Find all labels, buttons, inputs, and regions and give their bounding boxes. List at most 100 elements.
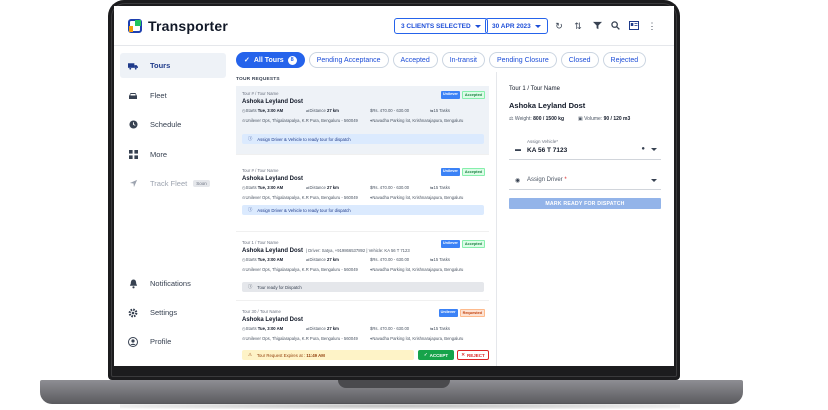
chevron-down-icon <box>534 24 541 28</box>
sidebar-item-more[interactable]: More <box>120 142 226 167</box>
truck-icon <box>128 61 138 71</box>
tour-card[interactable]: Tour 30 / Tour Name Ashoka Leyland Dost … <box>236 304 489 366</box>
tour-address-row: ⊙ Unilever Ops, Thigalarapalya, K.R Pura… <box>242 118 463 123</box>
tour-tasks: ⇆ 15 Tasks <box>430 108 450 113</box>
weight-info: ⚖ Weight: 800 / 1500 kg <box>509 116 564 122</box>
date-selector-label: 30 APR 2023 <box>492 22 531 30</box>
more-vertical-icon[interactable]: ⋮ <box>647 21 657 31</box>
clock-icon <box>128 120 138 130</box>
volume-info: ▣ Volume: 90 / 120 m3 <box>578 116 630 122</box>
tour-to: ⌖ Navadha Parking lot, Krishnarajapura, … <box>370 118 463 123</box>
tour-subtitle: Tour 30 / Tour Name <box>242 309 281 314</box>
tour-subtitle: Tour # / Tour Name <box>242 168 279 173</box>
tour-title: Ashoka Leyland Dost <box>242 176 304 182</box>
sidebar-item-label: Tours <box>150 61 171 70</box>
start-label: Starts <box>245 257 257 262</box>
client-badge: Unilever <box>440 91 460 99</box>
sidebar-item-settings[interactable]: Settings <box>120 300 226 325</box>
expiry-time: 11:49 AM <box>306 352 325 358</box>
info-icon: ⓘ <box>248 284 253 289</box>
sidebar-item-tours[interactable]: Tours <box>120 53 226 78</box>
assign-vehicle-select[interactable]: ▬ Assign Vehicle* KA 56 T 7123 ● <box>509 138 661 160</box>
to-value: Navadha Parking lot, Krishnarajapura, Be… <box>372 336 464 341</box>
accept-button[interactable]: ✓ ACCEPT <box>418 350 454 360</box>
tab-accepted[interactable]: Accepted <box>392 52 438 68</box>
tour-card[interactable]: Tour # / Tour Name Ashoka Leyland Dost U… <box>236 86 489 155</box>
tour-to: ⌖ Navadha Parking lot, Krishnarajapura, … <box>370 195 463 200</box>
filter-icon[interactable] <box>592 21 602 31</box>
tab-closed[interactable]: Closed <box>560 52 599 68</box>
sidebar-item-label: Notifications <box>150 279 191 288</box>
reject-button[interactable]: ✕ REJECT <box>457 350 489 360</box>
distance-value: 27 km <box>326 185 339 190</box>
sort-icon[interactable]: ⇅ <box>573 21 583 31</box>
assign-driver-select[interactable]: ◉ Assign Driver * <box>509 168 661 190</box>
id-card-icon[interactable] <box>629 21 639 31</box>
tour-tasks: ⇆ 15 Tasks <box>430 185 450 190</box>
driver-placeholder-text: Assign Driver <box>527 177 563 183</box>
to-value: Navadha Parking lot, Krishnarajapura, Be… <box>372 195 464 200</box>
tab-count: 8 <box>287 55 297 65</box>
tab-in-transit[interactable]: In-transit <box>441 52 485 68</box>
info-icon[interactable]: ● <box>641 146 645 152</box>
tour-start: ◷ Starts Tue, 3:00 AM <box>242 108 306 113</box>
expiry-note: ⚠ Tour Request Expires at : 11:49 AM <box>242 350 414 360</box>
start-value: Tue, 3:00 AM <box>257 326 284 331</box>
tab-label: Rejected <box>610 56 639 64</box>
clients-selector[interactable]: 3 CLIENTS SELECTED <box>394 18 488 34</box>
tour-from: ⊙ Unilever Ops, Thigalarapalya, K.R Pura… <box>242 195 370 200</box>
tour-address-row: ⊙ Unilever Ops, Thigalarapalya, K.R Pura… <box>242 267 463 272</box>
sidebar-item-fleet[interactable]: Fleet <box>120 83 226 108</box>
refresh-icon[interactable]: ↻ <box>554 21 564 31</box>
gear-icon <box>128 308 138 318</box>
price-value: Rs. 470.00 - 630.00 <box>372 326 410 331</box>
mark-ready-button[interactable]: MARK READY FOR DISPATCH <box>509 198 661 209</box>
tour-price: $ Rs. 470.00 - 630.00 <box>370 326 430 331</box>
tab-pending-closure[interactable]: Pending Closure <box>488 52 557 68</box>
sidebar-item-notifications[interactable]: Notifications <box>120 271 226 296</box>
tour-meta-row: ◷ Starts Tue, 3:00 AM ⇌ Distance 27 km $… <box>242 257 450 262</box>
sidebar-item-schedule[interactable]: Schedule <box>120 112 226 137</box>
tab-label: Closed <box>568 56 591 64</box>
tour-card[interactable]: Tour 1 / Tour Name Ashoka Leyland Dost | … <box>236 235 489 301</box>
assign-hint[interactable]: ⓘ Assign Driver & Vehicle to ready tour … <box>242 205 484 215</box>
tab-rejected[interactable]: Rejected <box>602 52 647 68</box>
tour-start: ◷ Starts Tue, 3:00 AM <box>242 185 306 190</box>
tour-tasks: ⇆ 15 Tasks <box>430 257 450 262</box>
tour-address-row: ⊙ Unilever Ops, Thigalarapalya, K.R Pura… <box>242 195 463 200</box>
tour-to: ⌖ Navadha Parking lot, Krishnarajapura, … <box>370 267 463 272</box>
driver-icon: ◉ <box>515 178 521 184</box>
assign-hint[interactable]: ⓘ Assign Driver & Vehicle to ready tour … <box>242 134 484 144</box>
distance-label: Distance <box>309 257 326 262</box>
tour-meta-row: ◷ Starts Tue, 3:00 AM ⇌ Distance 27 km $… <box>242 326 450 331</box>
info-icon: ⓘ <box>248 136 253 141</box>
laptop-base-slot <box>338 380 450 388</box>
logo-icon <box>128 19 142 33</box>
tab-pending-acceptance[interactable]: Pending Acceptance <box>308 52 389 68</box>
search-icon[interactable] <box>610 21 620 31</box>
sidebar-item-profile[interactable]: Profile <box>120 329 226 354</box>
tour-start: ◷ Starts Tue, 3:00 AM <box>242 257 306 262</box>
tab-all-tours[interactable]: ✓ All Tours 8 <box>236 52 305 68</box>
sidebar-item-track-fleet: Track Fleet Soon <box>120 171 226 196</box>
sidebar-item-label: Profile <box>150 337 172 346</box>
tour-subtitle: Tour # / Tour Name <box>242 91 279 96</box>
status-badge: Accepted <box>461 240 485 248</box>
distance-label: Distance <box>309 185 326 190</box>
tour-subtitle: Tour 1 / Tour Name <box>242 240 279 245</box>
tour-price: $ Rs. 470.00 - 630.00 <box>370 108 430 113</box>
price-value: Rs. 470.00 - 630.00 <box>372 257 410 262</box>
date-selector[interactable]: 30 APR 2023 <box>485 18 548 34</box>
from-value: Unilever Ops, Thigalarapalya, K.R Pura, … <box>245 336 358 341</box>
weight-label: Weight: <box>514 116 532 122</box>
tour-price: $ Rs. 470.00 - 630.00 <box>370 185 430 190</box>
tour-address-row: ⊙ Unilever Ops, Thigalarapalya, K.R Pura… <box>242 336 463 341</box>
tour-from: ⊙ Unilever Ops, Thigalarapalya, K.R Pura… <box>242 336 370 341</box>
from-value: Unilever Ops, Thigalarapalya, K.R Pura, … <box>245 118 358 123</box>
dispatch-ready-text: Tour ready for Dispatch <box>257 284 302 290</box>
tour-distance: ⇌ Distance 27 km <box>306 326 370 331</box>
breadcrumb: Tour 1 / Tour Name <box>509 86 560 92</box>
tasks-value: 15 Tasks <box>433 257 450 262</box>
tour-card[interactable]: Tour # / Tour Name Ashoka Leyland Dost U… <box>236 163 489 232</box>
distance-value: 27 km <box>326 108 339 113</box>
